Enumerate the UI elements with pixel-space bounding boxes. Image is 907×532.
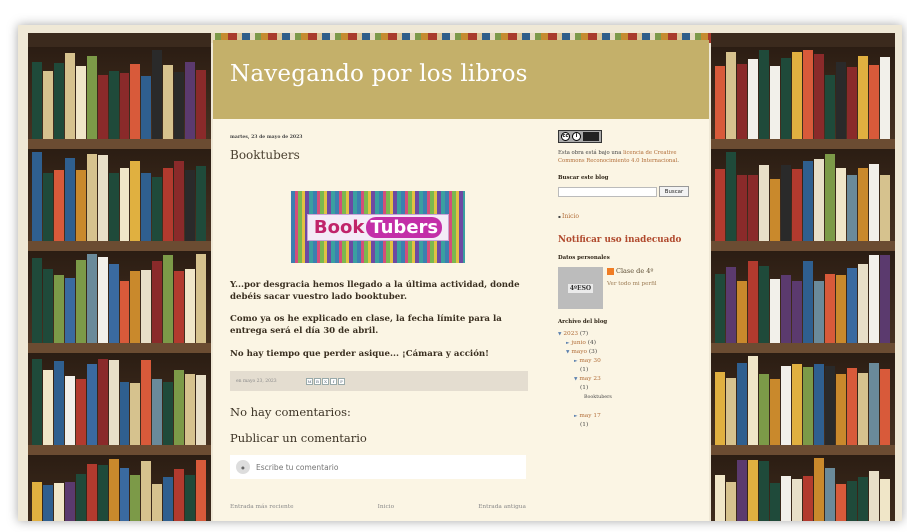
sidebar: cc i Esta obra está bajo una licencia de… — [558, 130, 698, 430]
blog-header: Navegando por los libros — [213, 40, 709, 119]
pinterest-share-icon[interactable]: P — [338, 377, 345, 385]
comment-input[interactable] — [256, 462, 496, 472]
profile-link[interactable]: Ver todo mi perfil — [607, 281, 657, 287]
search-row: Buscar — [558, 186, 698, 197]
home-link[interactable]: Inicio — [378, 504, 394, 510]
expand-toggle-icon[interactable]: ▼ — [558, 332, 561, 337]
license-text: Esta obra está bajo una licencia de Crea… — [558, 150, 679, 164]
profile-image[interactable]: 4ºESO — [558, 267, 603, 309]
facebook-share-icon[interactable]: f — [330, 377, 337, 385]
expand-toggle-icon[interactable]: ► — [574, 359, 577, 364]
blog-title[interactable]: Navegando por los libros — [230, 61, 528, 87]
post-paragraph: Como ya os he explicado en clase, la fec… — [230, 314, 502, 336]
booktubers-logo: Book Tubers — [306, 213, 450, 241]
x-share-icon[interactable]: X — [322, 377, 329, 385]
archive-heading: Archivo del blog — [558, 319, 608, 325]
expand-toggle-icon[interactable]: ▼ — [566, 350, 569, 355]
creative-commons-badge[interactable]: cc i — [558, 130, 602, 143]
post-paragraph: Y...por desgracia hemos llegado a la últ… — [230, 280, 520, 302]
profile-image-text: 4ºESO — [567, 283, 594, 293]
post-byline[interactable]: en mayo 23, 2023 — [236, 379, 306, 384]
blog-main-column: Navegando por los libros martes, 23 de m… — [213, 40, 709, 521]
logo-word-book: Book — [313, 216, 365, 238]
profile-block: 4ºESO Clase de 4º Ver todo mi perfil — [558, 267, 698, 309]
email-share-icon[interactable]: M — [306, 377, 313, 385]
archive-month[interactable]: ► junio (4) — [558, 339, 698, 348]
archive-day[interactable]: ► may 17 (1) — [558, 412, 698, 430]
profile-name[interactable]: Clase de 4º — [607, 267, 657, 275]
blogger-icon — [607, 267, 614, 275]
avatar: ● — [236, 460, 250, 474]
search-heading: Buscar este blog — [558, 175, 609, 181]
search-input[interactable] — [558, 186, 657, 197]
pages-inicio-link[interactable]: Inicio — [558, 213, 698, 220]
expand-toggle-icon[interactable]: ▼ — [574, 377, 577, 382]
expand-toggle-icon[interactable]: ► — [574, 414, 577, 419]
no-comments-label: No hay comentarios: — [230, 405, 351, 419]
share-buttons: M B X f P — [306, 377, 345, 385]
archive-day[interactable]: ► may 30 (1) — [558, 357, 698, 375]
expand-toggle-icon[interactable]: ► — [566, 341, 569, 346]
post-footer: en mayo 23, 2023 M B X f P — [230, 371, 528, 391]
browser-page: Navegando por los libros martes, 23 de m… — [18, 25, 902, 521]
post-date: martes, 23 de mayo de 2023 — [230, 135, 303, 140]
older-post-link[interactable]: Entrada antigua — [478, 504, 526, 510]
comment-box[interactable]: ● — [230, 455, 526, 479]
archive-post-link[interactable]: Booktubers — [558, 393, 698, 402]
booktubers-image[interactable]: Book Tubers — [291, 191, 465, 263]
archive-day[interactable]: ▼ may 23 (1) — [558, 375, 698, 393]
archive-month[interactable]: ▼ mayo (3) — [558, 348, 698, 357]
by-icon: i — [572, 132, 581, 141]
archive-year[interactable]: ▼ 2023 (7) — [558, 330, 698, 339]
cc-icon: cc — [561, 132, 570, 141]
post-paragraph: No hay tiempo que perder asique... ¡Cáma… — [230, 349, 489, 359]
profile-heading: Datos personales — [558, 255, 610, 261]
search-button[interactable]: Buscar — [659, 186, 689, 197]
blog-archive: ▼ 2023 (7) ► junio (4) ▼ mayo (3) ► may … — [558, 330, 698, 430]
logo-word-tubers: Tubers — [366, 216, 443, 238]
blogthis-share-icon[interactable]: B — [314, 377, 321, 385]
bookshelf-background-right — [711, 33, 895, 521]
post-title[interactable]: Booktubers — [230, 148, 300, 162]
report-abuse-link[interactable]: Notificar uso inadecuado — [558, 235, 698, 245]
newer-post-link[interactable]: Entrada más reciente — [230, 504, 294, 510]
bookshelf-background-left — [28, 33, 211, 521]
publish-comment-heading: Publicar un comentario — [230, 431, 367, 445]
post-navigation: Entrada más reciente Inicio Entrada anti… — [230, 504, 526, 510]
